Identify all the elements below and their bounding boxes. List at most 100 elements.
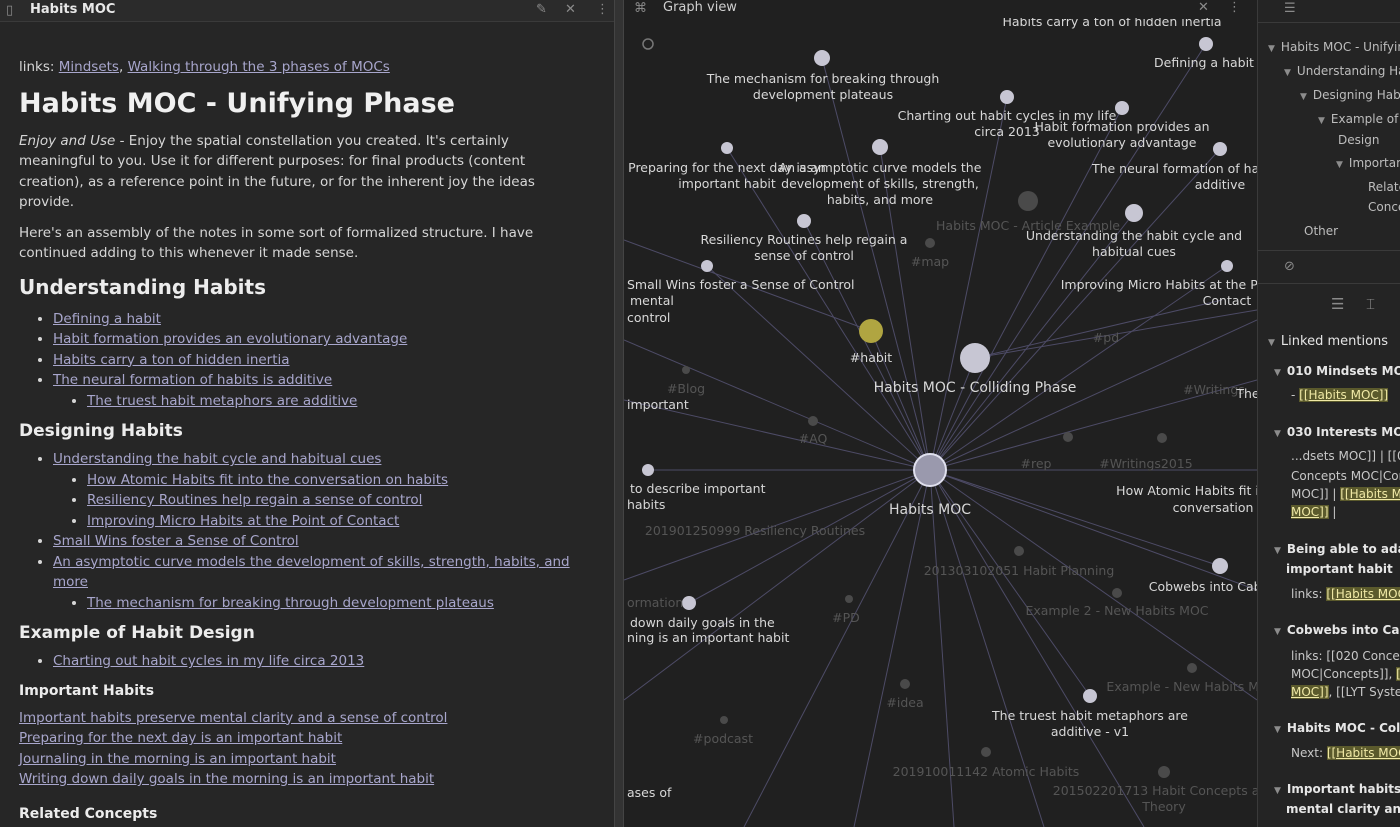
close-icon[interactable]: ✕: [1198, 0, 1209, 16]
mention-file[interactable]: ▼Important habits pre: [1274, 779, 1400, 801]
link-atomic-habits[interactable]: How Atomic Habits fit into the conversat…: [87, 472, 448, 488]
graph-label: How Atomic Habits fit into the: [1116, 483, 1257, 498]
graph-canvas[interactable]: Habits carry a ton of hidden inertia Def…: [624, 0, 1257, 827]
graph-label: important: [627, 397, 689, 412]
mention-text[interactable]: Concepts MOC|Con: [1291, 466, 1400, 486]
list-item: Improving Micro Habits at the Point of C…: [87, 511, 589, 532]
link-walking-phases[interactable]: Walking through the 3 phases of MOCs: [128, 59, 390, 75]
mention-text[interactable]: links: [[020 Concepts: [1291, 646, 1400, 666]
graph-label: #pd: [1093, 330, 1119, 345]
link-icon[interactable]: ⊘: [1284, 259, 1295, 275]
graph-label: ases of: [627, 785, 672, 800]
mention-text[interactable]: ...dsets MOC]] | [[020: [1291, 446, 1400, 466]
right-sidebar: ☰ ▼Habits MOC - Unifying Phase ▼Understa…: [1257, 0, 1400, 827]
graph-label: additive - v1: [1051, 724, 1129, 739]
link-micro-habits[interactable]: Improving Micro Habits at the Point of C…: [87, 513, 399, 529]
graph-label: #PD: [832, 610, 860, 625]
graph-label: An asymptotic curve models the: [779, 160, 982, 175]
graph-label: important habit: [678, 176, 776, 191]
graph-label: Small Wins foster a Sense of Control: [627, 277, 854, 292]
graph-label: Example 2 - New Habits MOC: [1025, 603, 1208, 618]
link-defining-habit[interactable]: Defining a habit: [53, 311, 161, 327]
heading-understanding-habits: Understanding Habits: [19, 274, 266, 299]
graph-settings-icon[interactable]: [642, 38, 654, 50]
outline-item[interactable]: ▼Example of Habit: [1318, 112, 1400, 126]
link-asymptotic-curve[interactable]: An asymptotic curve models the developme…: [53, 554, 570, 591]
graph-label: ormation: [627, 595, 683, 610]
graph-label: The mechanism for breaking through: [706, 71, 940, 86]
more-options-icon[interactable]: ⋮: [1228, 0, 1241, 16]
graph-label: Example - New Habits MOC: [1106, 679, 1257, 694]
graph-label: mental: [630, 293, 674, 308]
edit-icon[interactable]: ✎: [536, 2, 547, 18]
graph-label: sense of control: [754, 248, 854, 263]
outline-item[interactable]: Related: [1368, 180, 1400, 194]
link-mental-clarity[interactable]: Important habits preserve mental clarity…: [19, 708, 589, 729]
graph-label: down daily goals in the: [630, 615, 775, 630]
mention-file[interactable]: ▼Being able to adapt: [1274, 539, 1400, 561]
link-journaling[interactable]: Journaling in the morning is an importan…: [19, 749, 589, 770]
list-item: Charting out habit cycles in my life cir…: [53, 651, 589, 672]
graph-label: Defining a habit: [1154, 55, 1254, 70]
list-item: An asymptotic curve models the developme…: [53, 552, 589, 614]
list-item: Habits carry a ton of hidden inertia: [53, 350, 589, 371]
outline-item[interactable]: Other: [1304, 224, 1338, 238]
link-breaking-plateaus[interactable]: The mechanism for breaking through devel…: [87, 595, 494, 611]
link-truest-metaphors[interactable]: The truest habit metaphors are additive: [87, 393, 357, 409]
mention-text[interactable]: - [[Habits MOC]]: [1291, 385, 1389, 405]
graph-label: #Writings2015: [1099, 456, 1192, 471]
link-preparing-next-day[interactable]: Preparing for the next day is an importa…: [19, 728, 589, 749]
list-understanding: Defining a habit Habit formation provide…: [19, 309, 589, 412]
mention-file[interactable]: ▼010 Mindsets MOC: [1274, 361, 1400, 383]
mention-text[interactable]: links: [[Habits MOC: [1291, 584, 1400, 604]
link-daily-goals[interactable]: Writing down daily goals in the morning …: [19, 769, 589, 790]
graph-label: Improving Micro Habits at the Point of: [1061, 277, 1257, 292]
graph-label: habitual cues: [1092, 244, 1176, 259]
list-item: Defining a habit: [53, 309, 589, 330]
graph-label: #idea: [886, 695, 923, 710]
note-header: ▯ Habits MOC ✎ ✕ ⋮: [0, 0, 614, 22]
graph-label: #Blog: [667, 381, 705, 396]
mention-text[interactable]: MOC]] |: [1291, 502, 1336, 522]
link-resiliency-routines[interactable]: Resiliency Routines help regain a sense …: [87, 492, 422, 508]
outline-item[interactable]: ▼Habits MOC - Unifying Phase: [1268, 40, 1400, 54]
mention-text[interactable]: MOC|Concepts]], [[: [1291, 664, 1400, 684]
graph-header: ⌘ Graph view ✕ ⋮: [624, 0, 1257, 18]
graph-label: #podcast: [693, 731, 753, 746]
link-charting-cycles[interactable]: Charting out habit cycles in my life cir…: [53, 653, 364, 669]
graph-pane: Habits carry a ton of hidden inertia Def…: [624, 0, 1257, 827]
list-view-icon[interactable]: ☰: [1331, 296, 1344, 312]
mention-text[interactable]: Next: [[Habits MOC: [1291, 743, 1400, 763]
tag-node-habit[interactable]: [859, 319, 883, 343]
mention-file[interactable]: ▼ 030 Interests MOC: [1274, 422, 1400, 444]
graph-label: development of skills, strength,: [781, 176, 979, 191]
link-habit-cycle[interactable]: Understanding the habit cycle and habitu…: [53, 451, 381, 467]
link-neural-formation[interactable]: The neural formation of habits is additi…: [53, 372, 332, 388]
collapse-icon[interactable]: ⌶: [1366, 296, 1375, 312]
more-options-icon[interactable]: ⋮: [596, 2, 609, 18]
graph-label: Theory: [1141, 799, 1186, 814]
pane-resize-handle[interactable]: [614, 0, 624, 827]
mention-file[interactable]: ▼Cobwebs into Cables: [1274, 620, 1400, 642]
outline-item[interactable]: ▼Understanding Habits: [1284, 64, 1400, 78]
link-hidden-inertia[interactable]: Habits carry a ton of hidden inertia: [53, 352, 290, 368]
links-line: links: Mindsets, Walking through the 3 p…: [19, 59, 390, 75]
intro-paragraph: Enjoy and Use - Enjoy the spatial conste…: [19, 132, 535, 211]
heading-important-habits: Important Habits: [19, 682, 155, 699]
outline-item[interactable]: ▼Important Habits: [1336, 156, 1400, 170]
close-icon[interactable]: ✕: [565, 2, 576, 18]
graph-icon: ⌘: [634, 1, 647, 16]
link-small-wins[interactable]: Small Wins foster a Sense of Control: [53, 533, 299, 549]
link-mindsets[interactable]: Mindsets: [59, 59, 119, 75]
linked-mentions-header[interactable]: ▼ Linked mentions: [1268, 334, 1388, 349]
mention-text[interactable]: MOC]], [[LYT System: [1291, 682, 1400, 702]
graph-label: control: [627, 310, 670, 325]
outline-item[interactable]: ▼Designing Habits: [1300, 88, 1400, 102]
graph-label: #habit: [850, 350, 892, 365]
mention-text[interactable]: MOC]] | [[Habits MOC: [1291, 484, 1400, 504]
link-habit-formation[interactable]: Habit formation provides an evolutionary…: [53, 331, 407, 347]
mention-file[interactable]: ▼Habits MOC - Colliding: [1274, 718, 1400, 740]
heading-example-habit-design: Example of Habit Design: [19, 623, 255, 643]
outline-icon[interactable]: ☰: [1284, 1, 1296, 17]
outline-item: Concepts: [1368, 200, 1400, 214]
